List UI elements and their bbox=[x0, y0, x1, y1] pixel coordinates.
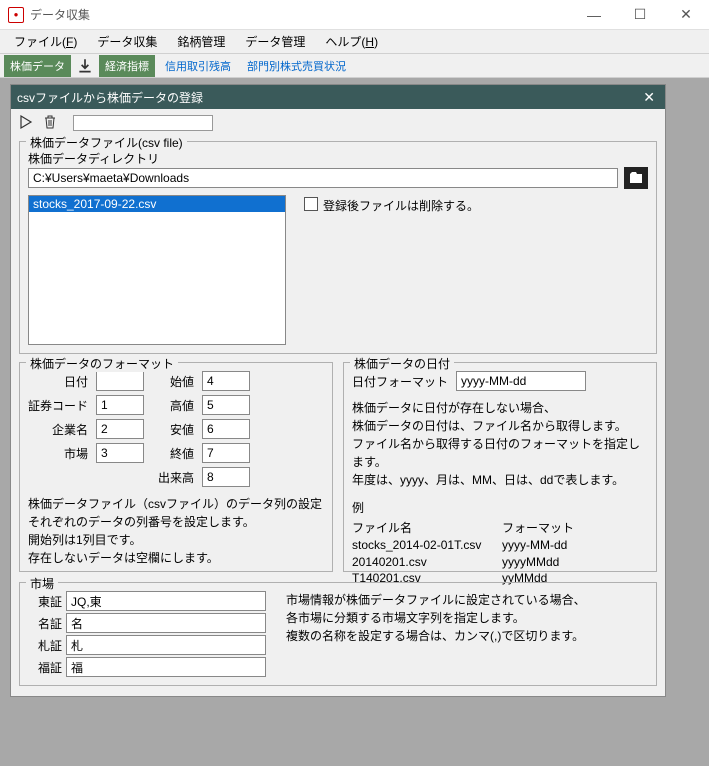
input-close[interactable] bbox=[202, 443, 250, 463]
file-group-title: 株価データファイル(csv file) bbox=[26, 134, 187, 151]
close-button[interactable]: ✕ bbox=[663, 0, 709, 30]
dialog-close-icon[interactable]: ✕ bbox=[639, 89, 659, 106]
dir-label: 株価データディレクトリ bbox=[28, 150, 648, 167]
delete-after-label: 登録後ファイルは削除する。 bbox=[323, 197, 479, 214]
menubar: ファイル(F) データ収集 銘柄管理 データ管理 ヘルプ(H) bbox=[0, 30, 709, 54]
maximize-button[interactable]: ☐ bbox=[617, 0, 663, 30]
input-high[interactable] bbox=[202, 395, 250, 415]
dialog-title: csvファイルから株価データの登録 bbox=[17, 89, 639, 106]
csv-register-dialog: csvファイルから株価データの登録 ✕ 株価データファイル(csv file) … bbox=[10, 84, 666, 697]
minimize-button[interactable]: — bbox=[571, 0, 617, 30]
input-nagoya[interactable] bbox=[66, 613, 266, 633]
example-title: 例 bbox=[352, 499, 648, 516]
date-fmt-input[interactable] bbox=[456, 371, 586, 391]
lbl-sapporo: 札証 bbox=[28, 637, 62, 654]
dialog-titlebar: csvファイルから株価データの登録 ✕ bbox=[11, 85, 665, 109]
tool-credit-balance[interactable]: 信用取引残高 bbox=[159, 56, 237, 76]
lbl-company: 企業名 bbox=[28, 421, 88, 438]
menu-file[interactable]: ファイル(F) bbox=[4, 31, 87, 52]
input-date[interactable] bbox=[96, 371, 144, 391]
lbl-open: 始値 bbox=[154, 373, 194, 390]
dir-input[interactable] bbox=[28, 168, 618, 188]
format-group: 株価データのフォーマット 日付 始値 証券コード 高値 企業名 bbox=[19, 362, 333, 572]
lbl-tokyo: 東証 bbox=[28, 593, 62, 610]
date-group: 株価データの日付 日付フォーマット 株価データに日付が存在しない場合、 株価デー… bbox=[343, 362, 657, 572]
input-low[interactable] bbox=[202, 419, 250, 439]
delete-after-checkbox[interactable] bbox=[304, 197, 318, 211]
window-title: データ収集 bbox=[30, 6, 571, 23]
input-sapporo[interactable] bbox=[66, 635, 266, 655]
input-tokyo[interactable] bbox=[66, 591, 266, 611]
ex-h1: ファイル名 bbox=[352, 520, 502, 537]
file-group: 株価データファイル(csv file) 株価データディレクトリ stocks_2… bbox=[19, 141, 657, 354]
menu-data-collect[interactable]: データ収集 bbox=[87, 31, 167, 52]
tool-econ-index[interactable]: 経済指標 bbox=[99, 55, 155, 77]
toolbar: 株価データ 経済指標 信用取引残高 部門別株式売買状況 bbox=[0, 54, 709, 78]
date-fmt-label: 日付フォーマット bbox=[352, 373, 448, 390]
lbl-nagoya: 名証 bbox=[28, 615, 62, 632]
titlebar: データ収集 — ☐ ✕ bbox=[0, 0, 709, 30]
input-market[interactable] bbox=[96, 443, 144, 463]
lbl-high: 高値 bbox=[154, 397, 194, 414]
input-volume[interactable] bbox=[202, 467, 250, 487]
market-group-title: 市場 bbox=[26, 575, 58, 592]
market-help: 市場情報が株価データファイルに設定されている場合、 各市場に分類する市場文字列を… bbox=[286, 591, 586, 677]
input-open[interactable] bbox=[202, 371, 250, 391]
menu-name-mgmt[interactable]: 銘柄管理 bbox=[167, 31, 235, 52]
lbl-date: 日付 bbox=[28, 373, 88, 390]
input-fukuoka[interactable] bbox=[66, 657, 266, 677]
lbl-low: 安値 bbox=[154, 421, 194, 438]
file-list-item[interactable]: stocks_2017-09-22.csv bbox=[29, 196, 285, 212]
lbl-volume: 出来高 bbox=[154, 469, 194, 486]
ex-h2: フォーマット bbox=[502, 520, 622, 537]
input-company[interactable] bbox=[96, 419, 144, 439]
date-group-title: 株価データの日付 bbox=[350, 355, 454, 372]
date-help: 株価データに日付が存在しない場合、 株価データの日付は、ファイル名から取得します… bbox=[352, 399, 648, 489]
format-group-title: 株価データのフォーマット bbox=[26, 355, 178, 372]
menu-data-mgmt[interactable]: データ管理 bbox=[235, 31, 315, 52]
market-group: 市場 東証 名証 札証 福証 市場情報が株価データファイルに設定されている場合、… bbox=[19, 582, 657, 686]
delete-button[interactable] bbox=[43, 114, 57, 133]
progress-bar bbox=[73, 115, 213, 131]
lbl-code: 証券コード bbox=[28, 397, 88, 414]
run-button[interactable] bbox=[17, 114, 33, 133]
tool-stock-data[interactable]: 株価データ bbox=[4, 55, 71, 77]
menu-help[interactable]: ヘルプ(H) bbox=[315, 31, 388, 52]
download-icon[interactable] bbox=[75, 56, 95, 76]
example-table: ファイル名 フォーマット stocks_2014-02-01T.csvyyyy-… bbox=[352, 520, 648, 587]
browse-button[interactable] bbox=[624, 167, 648, 189]
lbl-market: 市場 bbox=[28, 445, 88, 462]
input-code[interactable] bbox=[96, 395, 144, 415]
tool-sector-trade[interactable]: 部門別株式売買状況 bbox=[241, 56, 352, 76]
lbl-fukuoka: 福証 bbox=[28, 659, 62, 676]
file-list[interactable]: stocks_2017-09-22.csv bbox=[28, 195, 286, 345]
lbl-close: 終値 bbox=[154, 445, 194, 462]
format-help: 株価データファイル（csvファイル）のデータ列の設定 それぞれのデータの列番号を… bbox=[28, 495, 324, 567]
app-icon bbox=[8, 7, 24, 23]
